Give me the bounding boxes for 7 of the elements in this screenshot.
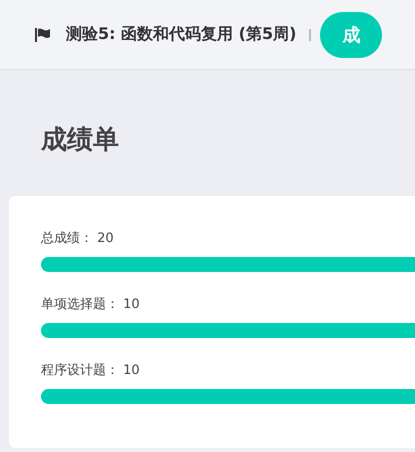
page-title: 成绩单 bbox=[41, 124, 120, 157]
score-label: 程序设计题： 10 bbox=[41, 362, 141, 380]
score-label: 单项选择题： 10 bbox=[41, 296, 141, 314]
action-button[interactable]: 成 bbox=[320, 12, 382, 58]
quiz-title: 测验5: 函数和代码复用 (第5周) bbox=[66, 24, 296, 45]
score-label: 总成绩： 20 bbox=[41, 230, 115, 248]
flag-icon bbox=[35, 28, 51, 42]
